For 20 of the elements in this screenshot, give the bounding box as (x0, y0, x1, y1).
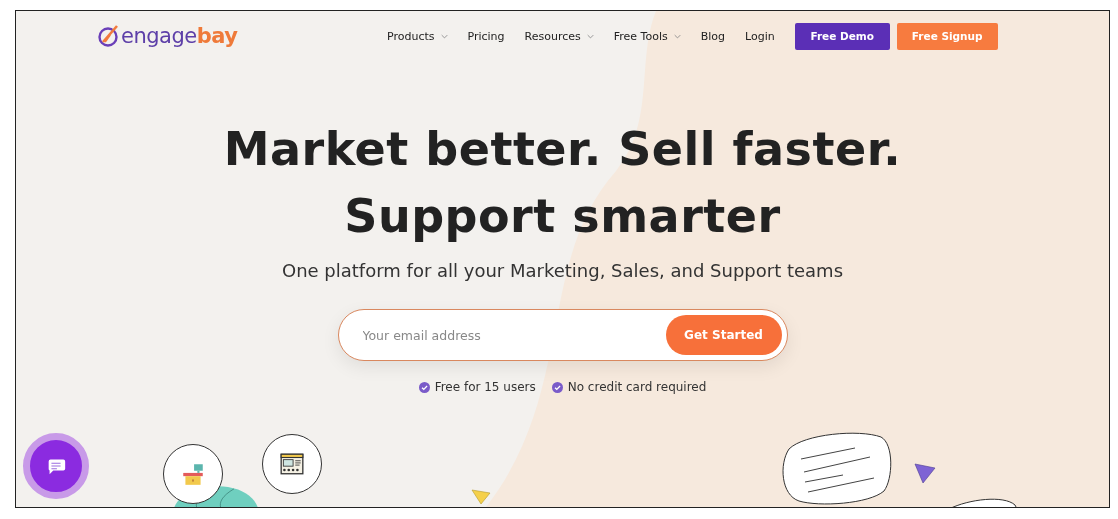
perk-text: No credit card required (567, 380, 707, 394)
triangle-icon (471, 489, 491, 505)
check-icon (418, 381, 430, 393)
perk-text: Free for 15 users (434, 380, 536, 394)
web-page-icon (262, 434, 322, 494)
hero-headline: Market better. Sell faster. (223, 121, 902, 178)
triangle-icon (914, 463, 936, 485)
desk-icon (163, 444, 223, 504)
nav-dropdown[interactable]: Products (387, 29, 448, 43)
hero-subtitle: One platform for all your Marketing, Sales, and Support teams (281, 260, 843, 281)
nav-link[interactable]: Login (745, 29, 775, 43)
nav-dropdown[interactable]: Free Tools (613, 29, 681, 43)
logo-icon (97, 24, 121, 48)
nav-dropdown[interactable]: Resources (524, 29, 594, 43)
nav-link[interactable]: Pricing (467, 29, 505, 43)
nav-link[interactable]: Blog (700, 29, 726, 43)
free-demo-button[interactable]: Free Demo (794, 22, 890, 50)
check-icon (551, 381, 563, 393)
logo[interactable]: engagebay (97, 24, 387, 48)
hero-headline: Support smarter (344, 188, 781, 245)
